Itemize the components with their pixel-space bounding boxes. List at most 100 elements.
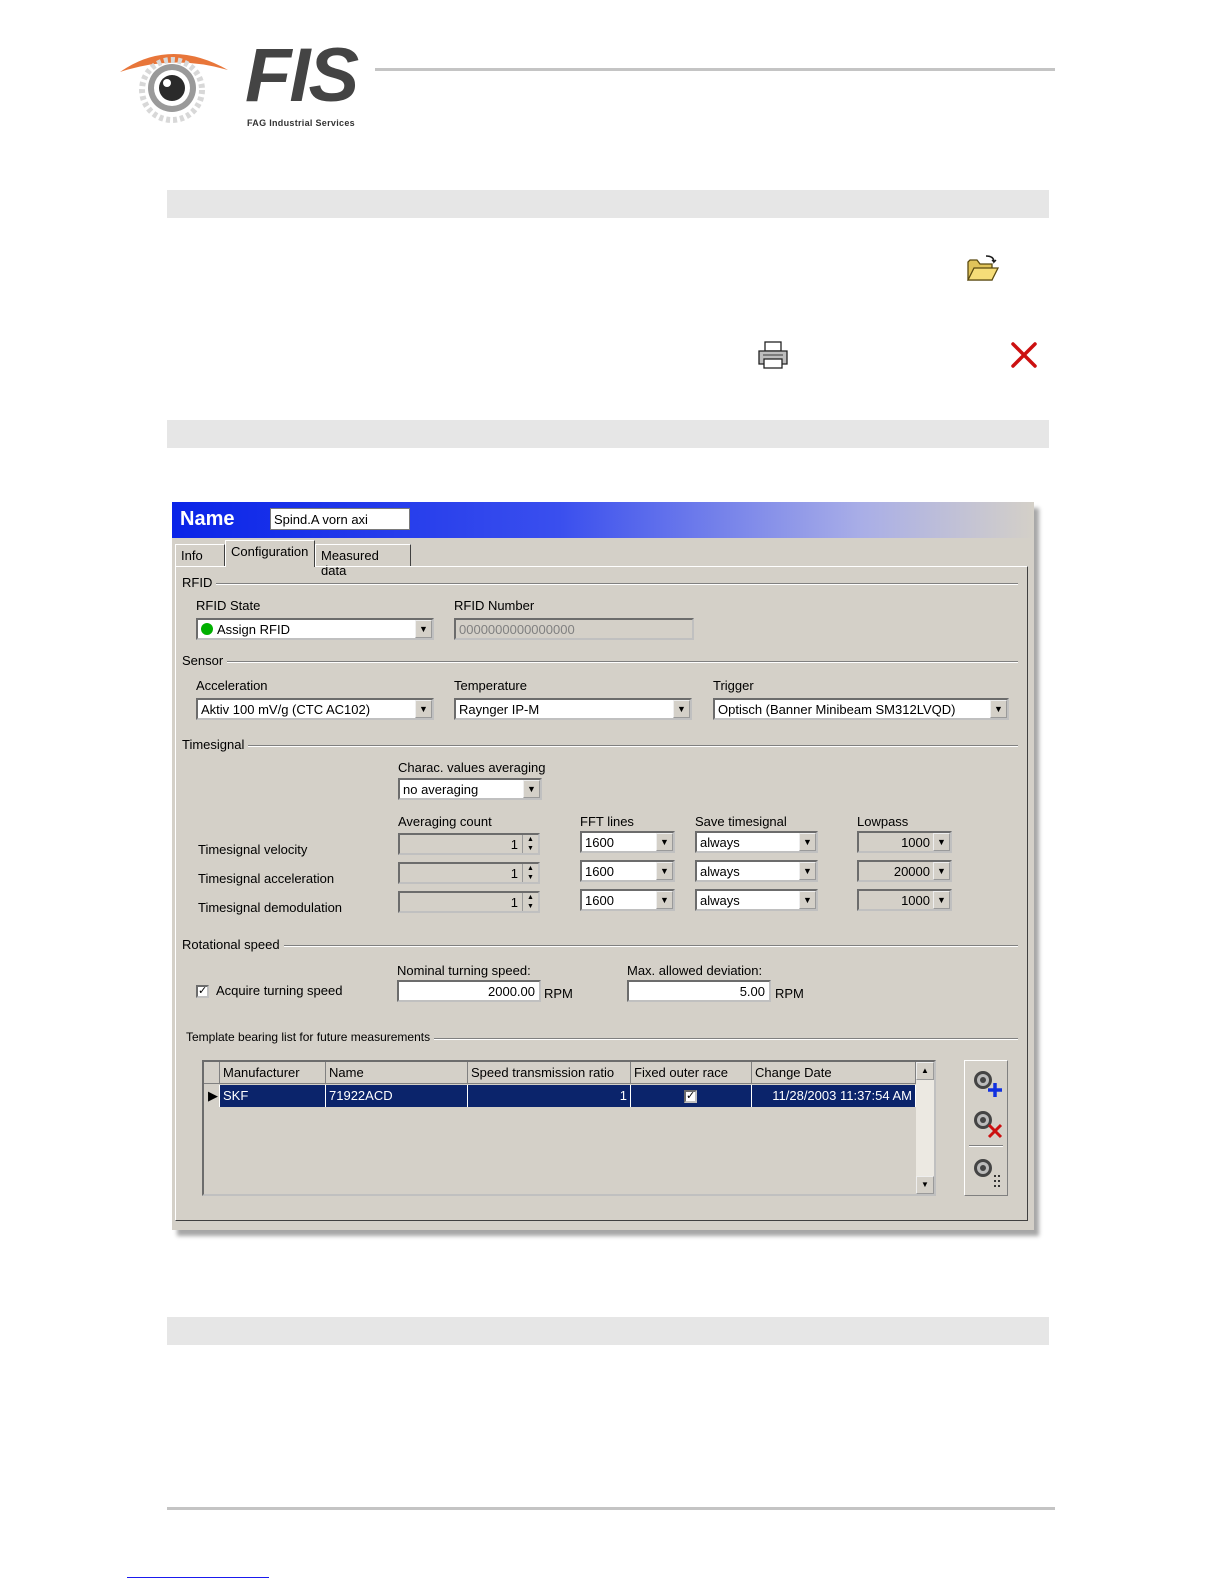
- chevron-down-icon[interactable]: ▼: [415, 620, 432, 638]
- status-green-dot-icon: [201, 623, 213, 635]
- footer-link-underline[interactable]: [127, 1577, 269, 1578]
- bearing-details-icon[interactable]: [970, 1155, 1004, 1189]
- col-speed-ratio[interactable]: Speed transmission ratio: [468, 1062, 631, 1084]
- demodulation-save-select[interactable]: always ▼: [695, 889, 818, 911]
- point-properties-window: Name Spind.A vorn axi Info Configuration…: [172, 502, 1034, 1230]
- spinner-arrows-icon[interactable]: ▲ ▼: [522, 835, 538, 853]
- velocity-lowpass-select[interactable]: 1000 ▼: [857, 831, 952, 853]
- nominal-speed-input[interactable]: 2000.00: [397, 980, 541, 1002]
- grid-corner: [204, 1062, 220, 1084]
- acquire-speed-checkbox[interactable]: ✓: [196, 985, 209, 998]
- acceleration-save-select[interactable]: always ▼: [695, 860, 818, 882]
- col-change-date[interactable]: Change Date: [752, 1062, 916, 1084]
- acceleration-fft-select[interactable]: 1600 ▼: [580, 860, 675, 882]
- chevron-down-icon[interactable]: ▼: [415, 700, 432, 718]
- remove-bearing-icon[interactable]: [970, 1107, 1004, 1141]
- bearing-toolbar: [964, 1060, 1008, 1196]
- velocity-save-select[interactable]: always ▼: [695, 831, 818, 853]
- acquire-speed-label[interactable]: Acquire turning speed: [216, 983, 342, 998]
- spinner-arrows-icon[interactable]: ▲ ▼: [522, 864, 538, 882]
- demodulation-save-value: always: [700, 893, 740, 908]
- scroll-up-icon[interactable]: ▲: [916, 1062, 934, 1080]
- tab-info[interactable]: Info: [175, 544, 225, 566]
- rotational-group-label: Rotational speed: [182, 937, 284, 952]
- chevron-down-icon[interactable]: ▼: [933, 833, 950, 851]
- velocity-count-value: 1: [510, 837, 518, 852]
- header-rule: [375, 68, 1055, 71]
- demodulation-fft-select[interactable]: 1600 ▼: [580, 889, 675, 911]
- rfid-state-select[interactable]: Assign RFID ▼: [196, 618, 434, 640]
- rfid-group-label: RFID: [182, 575, 217, 590]
- name-input[interactable]: Spind.A vorn axi: [270, 508, 410, 530]
- footer-rule: [167, 1507, 1055, 1510]
- acceleration-count-spinner[interactable]: 1 ▲ ▼: [398, 862, 540, 884]
- acceleration-lowpass-select[interactable]: 20000 ▼: [857, 860, 952, 882]
- acceleration-lowpass-value: 20000: [893, 864, 930, 879]
- demodulation-lowpass-select[interactable]: 1000 ▼: [857, 889, 952, 911]
- chevron-down-icon[interactable]: ▼: [656, 833, 673, 851]
- acceleration-label: Acceleration: [196, 678, 268, 693]
- deviation-unit: RPM: [775, 986, 804, 1001]
- chevron-down-icon[interactable]: ▼: [673, 700, 690, 718]
- acceleration-select[interactable]: Aktiv 100 mV/g (CTC AC102) ▼: [196, 698, 434, 720]
- timesignal-group-label: Timesignal: [182, 737, 249, 752]
- chevron-down-icon[interactable]: ▼: [990, 700, 1007, 718]
- add-bearing-icon[interactable]: [970, 1067, 1004, 1101]
- cell-manufacturer[interactable]: SKF: [220, 1085, 326, 1107]
- deviation-input[interactable]: 5.00: [627, 980, 771, 1002]
- acceleration-save-value: always: [700, 864, 740, 879]
- chevron-down-icon[interactable]: ▼: [656, 862, 673, 880]
- fixed-outer-race-checkbox[interactable]: ✓: [684, 1090, 697, 1103]
- trigger-value: Optisch (Banner Minibeam SM312LVQD): [718, 702, 956, 717]
- spinner-arrows-icon[interactable]: ▲ ▼: [522, 893, 538, 911]
- bearing-grid-body: Manufacturer Name Speed transmission rat…: [204, 1062, 916, 1194]
- temperature-select[interactable]: Raynger IP-M ▼: [454, 698, 692, 720]
- trigger-select[interactable]: Optisch (Banner Minibeam SM312LVQD) ▼: [713, 698, 1009, 720]
- acceleration-count-value: 1: [510, 866, 518, 881]
- sensor-group-line: [182, 661, 1018, 663]
- sensor-group-label: Sensor: [182, 653, 228, 668]
- scroll-down-icon[interactable]: ▼: [916, 1176, 934, 1194]
- chevron-down-icon[interactable]: ▼: [799, 891, 816, 909]
- nominal-speed-label: Nominal turning speed:: [397, 963, 531, 978]
- col-name[interactable]: Name: [326, 1062, 468, 1084]
- chevron-down-icon[interactable]: ▼: [799, 833, 816, 851]
- charac-averaging-select[interactable]: no averaging ▼: [398, 778, 542, 800]
- rfid-number-label: RFID Number: [454, 598, 535, 613]
- chevron-down-icon[interactable]: ▼: [799, 862, 816, 880]
- open-folder-icon[interactable]: [966, 254, 1000, 282]
- tab-measured-data[interactable]: Measured data: [315, 544, 411, 578]
- tab-configuration[interactable]: Configuration: [225, 540, 315, 567]
- chevron-down-icon[interactable]: ▼: [523, 780, 540, 798]
- chevron-down-icon[interactable]: ▼: [933, 862, 950, 880]
- cell-change-date[interactable]: 11/28/2003 11:37:54 AM: [752, 1085, 916, 1107]
- temperature-label: Temperature: [454, 678, 527, 693]
- col-manufacturer[interactable]: Manufacturer: [220, 1062, 326, 1084]
- toolbar-separator: [969, 1145, 1003, 1147]
- rfid-group-line: [182, 583, 1018, 585]
- grid-vertical-scrollbar[interactable]: ▲ ▼: [916, 1062, 934, 1194]
- cell-speed-ratio[interactable]: 1: [468, 1085, 631, 1107]
- close-x-icon[interactable]: [1009, 340, 1039, 370]
- timesignal-group-line: [182, 745, 1018, 747]
- trigger-label: Trigger: [713, 678, 754, 693]
- rfid-number-field: 0000000000000000: [454, 618, 694, 640]
- velocity-fft-select[interactable]: 1600 ▼: [580, 831, 675, 853]
- cell-name[interactable]: 71922ACD: [326, 1085, 468, 1107]
- acceleration-value: Aktiv 100 mV/g (CTC AC102): [201, 702, 371, 717]
- cell-fixed-outer-race[interactable]: ✓: [631, 1085, 752, 1107]
- section-bar-1: [167, 190, 1049, 218]
- deviation-label: Max. allowed deviation:: [627, 963, 763, 978]
- col-fixed-outer-race[interactable]: Fixed outer race: [631, 1062, 752, 1084]
- chevron-down-icon[interactable]: ▼: [656, 891, 673, 909]
- temperature-value: Raynger IP-M: [459, 702, 540, 717]
- rfid-state-label: RFID State: [196, 598, 261, 613]
- bearing-grid: Manufacturer Name Speed transmission rat…: [202, 1060, 936, 1196]
- velocity-count-spinner[interactable]: 1 ▲ ▼: [398, 833, 540, 855]
- col-fft-lines: FFT lines: [580, 814, 634, 829]
- demodulation-count-spinner[interactable]: 1 ▲ ▼: [398, 891, 540, 913]
- timesignal-velocity-label: Timesignal velocity: [198, 842, 308, 857]
- printer-icon[interactable]: [756, 340, 790, 370]
- row-indicator-icon: ▶: [204, 1085, 220, 1107]
- chevron-down-icon[interactable]: ▼: [933, 891, 950, 909]
